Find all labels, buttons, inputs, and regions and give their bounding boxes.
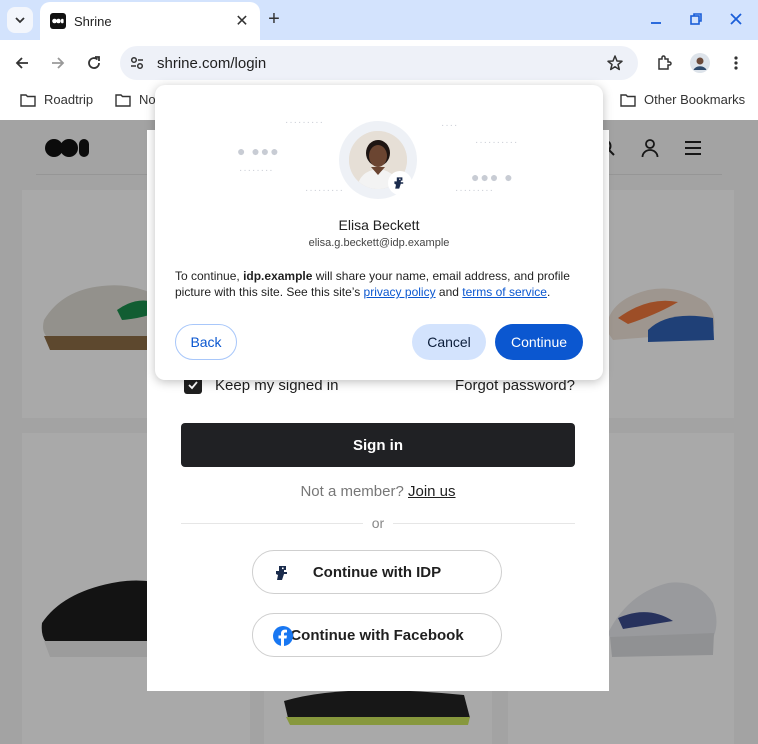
folder-icon (115, 93, 131, 107)
tab-strip: Shrine ✕ + (0, 0, 758, 40)
privacy-policy-link[interactable]: privacy policy (364, 285, 436, 299)
tab-title: Shrine (74, 13, 112, 29)
facebook-icon (273, 626, 293, 646)
site-settings-icon[interactable] (129, 55, 145, 71)
continue-with-facebook-button[interactable]: Continue with Facebook (252, 613, 502, 657)
close-tab-icon[interactable]: ✕ (234, 11, 250, 31)
chevron-down-icon (15, 17, 25, 24)
folder-icon (20, 93, 36, 107)
url-text: shrine.com/login (157, 55, 267, 72)
continue-button[interactable]: Continue (495, 324, 583, 360)
star-icon[interactable] (606, 54, 624, 72)
forward-arrow-icon[interactable] (48, 53, 68, 73)
bookmark-no[interactable]: No (115, 92, 156, 107)
back-arrow-icon[interactable] (12, 53, 32, 73)
profile-avatar[interactable] (690, 53, 710, 73)
idp-domain: idp.example (243, 269, 313, 283)
continue-with-idp-button[interactable]: Continue with IDP (252, 550, 502, 594)
decorative-dots: ·········· (475, 137, 519, 148)
checkmark-icon (188, 381, 198, 390)
bookmark-roadtrip[interactable]: Roadtrip (20, 92, 93, 107)
decorative-dots: ● ●●● (237, 143, 280, 159)
continue-with-facebook-label: Continue with Facebook (290, 626, 464, 644)
decorative-dots: ········· (285, 117, 324, 128)
disclosure-prefix: To continue, (175, 269, 240, 283)
bookmark-label: No (139, 92, 156, 107)
not-member-text: Not a member? (300, 483, 404, 500)
back-button[interactable]: Back (175, 324, 237, 360)
extensions-icon[interactable] (654, 53, 674, 73)
account-name: Elisa Beckett (338, 217, 420, 233)
join-us-link[interactable]: Join us (408, 483, 456, 500)
or-divider: or (181, 515, 575, 531)
idp-dino-icon (276, 566, 287, 580)
address-bar[interactable]: shrine.com/login (120, 46, 638, 80)
decorative-dots: ········· (455, 185, 494, 196)
terms-of-service-link[interactable]: terms of service (462, 285, 547, 299)
continue-with-idp-label: Continue with IDP (312, 563, 442, 581)
minimize-icon[interactable] (645, 8, 667, 30)
disclosure-and: and (438, 285, 459, 299)
close-window-icon[interactable] (725, 8, 747, 30)
decorative-dots: ···· (441, 120, 459, 131)
new-tab-button[interactable]: + (264, 8, 284, 31)
decorative-dots: ●●● ● (471, 169, 514, 185)
reload-icon[interactable] (84, 53, 104, 73)
account-email: elisa.g.beckett@idp.example (308, 237, 450, 249)
decorative-dots: ········ (239, 165, 274, 176)
fedcm-dialog: ········· ● ●●● ········ ········· ···· … (155, 85, 603, 380)
disclosure-end: . (546, 285, 551, 299)
bookmark-label: Roadtrip (44, 92, 94, 107)
cancel-button[interactable]: Cancel (412, 324, 486, 360)
folder-icon (620, 93, 636, 107)
shrine-favicon-icon (50, 13, 66, 29)
browser-toolbar: shrine.com/login (0, 40, 758, 86)
restore-icon[interactable] (685, 8, 707, 30)
or-text: or (371, 515, 385, 531)
tab-shrine[interactable]: Shrine ✕ (40, 2, 260, 40)
member-prompt: Not a member? Join us (181, 483, 575, 500)
bookmark-other[interactable]: Other Bookmarks (620, 92, 745, 107)
tab-search-button[interactable] (7, 7, 33, 33)
bookmark-label: Other Bookmarks (644, 92, 746, 107)
avatar-frame (334, 119, 424, 209)
more-menu-icon[interactable] (726, 53, 746, 73)
idp-badge-icon (388, 171, 412, 195)
disclosure-text: To continue, idp.example will share your… (175, 268, 585, 300)
sign-in-button[interactable]: Sign in (181, 423, 575, 467)
